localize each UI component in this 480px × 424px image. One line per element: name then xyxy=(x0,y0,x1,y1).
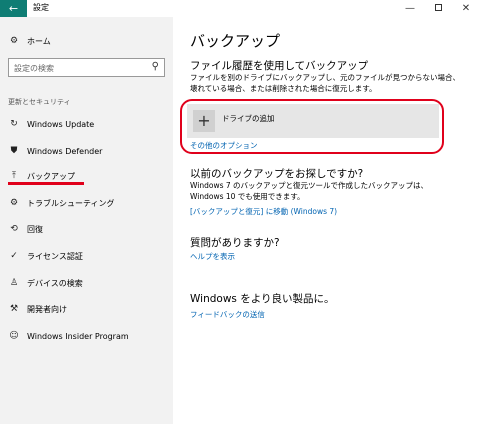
question-heading: 質問がありますか? xyxy=(190,237,280,249)
maximize-button[interactable] xyxy=(424,0,452,17)
shield-icon: ⛊ xyxy=(10,146,18,156)
feedback-link[interactable]: フィードバックの送信 xyxy=(190,309,265,320)
page-title: バックアップ xyxy=(190,32,281,50)
sidebar-item-find-device[interactable]: ♙ デバイスの検索 xyxy=(7,276,83,290)
sidebar-item-label: バックアップ xyxy=(27,171,75,181)
sidebar-item-label: Windows Insider Program xyxy=(27,331,129,341)
backup-icon: ⤒ xyxy=(12,171,16,181)
section-title: 更新とセキュリティ xyxy=(8,98,71,106)
main-content: バックアップ ファイル履歴を使用してバックアップ ファイルを別のドライブにバック… xyxy=(173,17,480,424)
minimize-button[interactable]: — xyxy=(396,0,424,17)
search-icon: ⚲ xyxy=(151,61,159,72)
sidebar-item-developers[interactable]: ⚒ 開発者向け xyxy=(7,302,67,316)
close-button[interactable]: ✕ xyxy=(452,0,480,17)
sidebar-item-recovery[interactable]: ⟲ 回復 xyxy=(7,222,43,236)
sidebar-item-troubleshoot[interactable]: ⚙ トラブルシューティング xyxy=(7,196,115,210)
maximize-icon xyxy=(434,3,442,11)
search-placeholder: 設定の検索 xyxy=(14,64,54,73)
minimize-icon: — xyxy=(405,3,415,14)
sync-icon: ↻ xyxy=(10,119,18,129)
sidebar-item-label: ホーム xyxy=(27,36,51,46)
sidebar-item-activation[interactable]: ✓ ライセンス認証 xyxy=(7,249,83,263)
window-title: 設定 xyxy=(33,3,49,12)
backup-restore-link[interactable]: [バックアップと復元] に移動 (Windows 7) xyxy=(190,206,337,217)
person-location-icon: ♙ xyxy=(9,278,19,288)
sidebar-item-label: 回復 xyxy=(27,224,43,234)
sidebar-item-label: ライセンス認証 xyxy=(27,251,83,261)
active-indicator xyxy=(8,182,84,185)
sidebar-item-backup[interactable]: ⤒ バックアップ xyxy=(7,169,75,183)
wrench-icon: ⚙ xyxy=(9,198,19,208)
file-history-description: ファイルを別のドライブにバックアップし、元のファイルが見つからない場合、壊れてい… xyxy=(190,73,460,93)
gear-icon: ⚙ xyxy=(9,36,19,46)
file-history-heading: ファイル履歴を使用してバックアップ xyxy=(190,60,369,72)
help-link[interactable]: ヘルプを表示 xyxy=(190,251,235,262)
sidebar-item-insider[interactable]: ☺ Windows Insider Program xyxy=(7,329,129,343)
sidebar-item-label: トラブルシューティング xyxy=(27,198,115,208)
improve-heading: Windows をより良い製品に。 xyxy=(190,293,335,305)
older-backup-description: Windows 7 のバックアップと復元ツールで作成したバックアップは、Wind… xyxy=(190,181,429,201)
sidebar-item-label: Windows Update xyxy=(27,119,95,129)
sidebar-item-label: 開発者向け xyxy=(27,304,67,314)
sidebar-item-windows-defender[interactable]: ⛊ Windows Defender xyxy=(7,144,103,158)
sidebar-item-home[interactable]: ⚙ ホーム xyxy=(7,34,51,48)
back-button[interactable]: ← xyxy=(0,0,27,17)
check-circle-icon: ✓ xyxy=(10,251,18,261)
highlight-annotation xyxy=(180,99,444,154)
sidebar-item-windows-update[interactable]: ↻ Windows Update xyxy=(7,117,94,131)
recovery-icon: ⟲ xyxy=(10,224,18,234)
title-bar: ← 設定 — ✕ xyxy=(0,0,480,17)
older-backup-heading: 以前のバックアップをお探しですか? xyxy=(190,168,364,180)
back-arrow-icon: ← xyxy=(8,2,19,15)
developer-icon: ⚒ xyxy=(9,304,19,314)
sidebar-item-label: デバイスの検索 xyxy=(27,278,83,288)
close-icon: ✕ xyxy=(461,3,471,14)
sidebar-item-label: Windows Defender xyxy=(27,146,103,156)
insider-icon: ☺ xyxy=(9,331,19,341)
sidebar: ⚙ ホーム 設定の検索 ⚲ 更新とセキュリティ ↻ Windows Update… xyxy=(0,17,173,424)
search-input[interactable]: 設定の検索 ⚲ xyxy=(8,58,165,77)
